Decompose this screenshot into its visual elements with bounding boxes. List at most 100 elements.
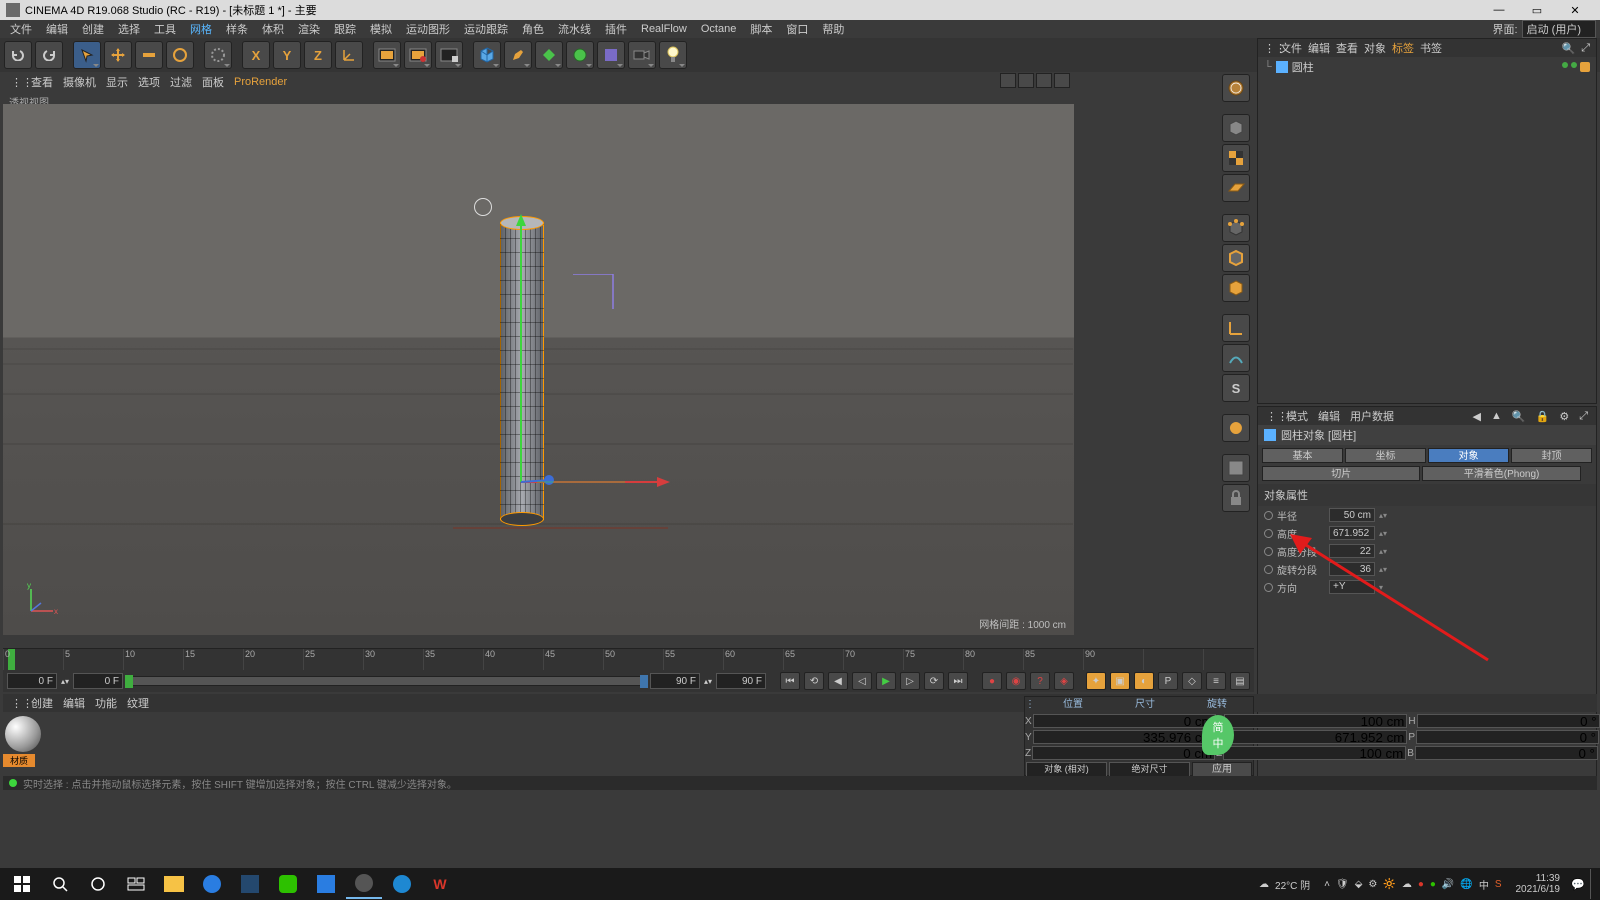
point-mode[interactable] — [1222, 214, 1250, 242]
texture-mode[interactable] — [1222, 144, 1250, 172]
spinner-icon[interactable]: ▴▾ — [1379, 511, 1386, 520]
objtab-objects[interactable]: 对象 — [1364, 40, 1386, 56]
objtab-bookmarks[interactable]: 书签 — [1420, 40, 1442, 56]
goto-start[interactable]: ⏮ — [780, 672, 800, 690]
pos-key[interactable]: ✦ — [1086, 672, 1106, 690]
search-icon[interactable]: 🔍 — [1561, 42, 1575, 55]
attrtab-coord[interactable]: 坐标 — [1345, 448, 1426, 463]
add-light[interactable] — [659, 41, 687, 69]
spinner-icon[interactable]: ▴▾ — [61, 677, 69, 686]
add-pen[interactable] — [504, 41, 532, 69]
mat-menu-edit[interactable]: 编辑 — [63, 695, 85, 711]
move-tool[interactable] — [104, 41, 132, 69]
objtab-view[interactable]: 查看 — [1336, 40, 1358, 56]
vp-nav-icon[interactable] — [1000, 73, 1016, 88]
minimize-button[interactable]: — — [1480, 0, 1518, 20]
z-axis-lock[interactable]: Z — [304, 41, 332, 69]
scale-tool[interactable] — [135, 41, 163, 69]
dopesheet[interactable]: ▤ — [1230, 672, 1250, 690]
pos-x[interactable] — [1033, 714, 1216, 728]
next-frame[interactable]: ⟳ — [924, 672, 944, 690]
hseg-input[interactable] — [1329, 544, 1375, 558]
tray-icon[interactable]: ⚙ — [1368, 879, 1377, 890]
objtab-tags[interactable]: 标签 — [1392, 40, 1414, 56]
vp-menu-view[interactable]: 查看 — [31, 74, 53, 90]
move-gizmo[interactable] — [495, 212, 675, 532]
attr-tab-edit[interactable]: 编辑 — [1318, 408, 1340, 424]
c4d-taskbar[interactable] — [346, 869, 382, 899]
prev-frame[interactable]: ◀ — [828, 672, 848, 690]
clock[interactable]: 11:392021/6/19 — [1510, 873, 1567, 895]
size-x[interactable] — [1224, 714, 1407, 728]
maximize-button[interactable]: ▭ — [1518, 0, 1556, 20]
menu-select[interactable]: 选择 — [112, 20, 146, 38]
workplane-mode[interactable] — [1222, 174, 1250, 202]
app-taskbar-1[interactable] — [194, 869, 230, 899]
nav-expand-icon[interactable]: ⤢ — [1579, 410, 1588, 423]
menu-edit[interactable]: 编辑 — [40, 20, 74, 38]
radius-input[interactable] — [1329, 508, 1375, 522]
tray-ime-icon[interactable]: 中 — [1479, 877, 1489, 892]
coord-mode1[interactable]: 对象 (相对) — [1026, 762, 1107, 777]
tray-icon[interactable]: ● — [1418, 879, 1424, 890]
panel-expand-icon[interactable]: ⤢ — [1581, 42, 1590, 55]
objtab-edit[interactable]: 编辑 — [1308, 40, 1330, 56]
pos-z[interactable] — [1032, 746, 1215, 760]
menu-track[interactable]: 跟踪 — [328, 20, 362, 38]
tweak-mode[interactable] — [1222, 344, 1250, 372]
material-name[interactable]: 材质 — [3, 754, 35, 767]
redo-button[interactable] — [35, 41, 63, 69]
range-end-a[interactable] — [650, 673, 700, 689]
notifications-button[interactable]: 💬 — [1568, 869, 1588, 899]
dropdown-arrow-icon[interactable]: ▾ — [1379, 583, 1386, 592]
coord-mode2[interactable]: 绝对尺寸 — [1109, 762, 1190, 777]
goto-end[interactable]: ⏭ — [948, 672, 968, 690]
vp-menu-panel[interactable]: 面板 — [202, 74, 224, 90]
record[interactable]: ● — [982, 672, 1002, 690]
add-generator[interactable] — [535, 41, 563, 69]
close-button[interactable]: ✕ — [1556, 0, 1594, 20]
render-settings[interactable] — [435, 41, 463, 69]
app-taskbar-2[interactable] — [232, 869, 268, 899]
height-input[interactable] — [1329, 526, 1375, 540]
timeline-opts[interactable]: ≡ — [1206, 672, 1226, 690]
tray-network-icon[interactable]: 🌐 — [1460, 879, 1472, 890]
vp-nav-icon[interactable] — [1018, 73, 1034, 88]
size-y[interactable] — [1224, 730, 1407, 744]
menu-plugin[interactable]: 插件 — [599, 20, 633, 38]
spinner-icon[interactable]: ▴▾ — [1379, 565, 1386, 574]
vp-nav-icon[interactable] — [1054, 73, 1070, 88]
wps-taskbar[interactable]: W — [422, 869, 458, 899]
pos-y[interactable] — [1033, 730, 1216, 744]
viewport[interactable]: 透视视图 — [3, 90, 1074, 635]
menu-script[interactable]: 脚本 — [744, 20, 778, 38]
mat-menu-create[interactable]: 创建 — [31, 695, 53, 711]
tray-icon[interactable]: S — [1495, 879, 1502, 890]
add-cube[interactable] — [473, 41, 501, 69]
rot-h[interactable] — [1417, 714, 1600, 728]
objtab-file[interactable]: 文件 — [1280, 40, 1302, 56]
add-camera[interactable] — [628, 41, 656, 69]
orientation-dropdown[interactable]: +Y — [1329, 580, 1375, 594]
menu-mograph[interactable]: 运动图形 — [400, 20, 456, 38]
key-options[interactable]: ? — [1030, 672, 1050, 690]
attrtab-phong[interactable]: 平滑着色(Phong) — [1422, 466, 1580, 481]
spinner-icon[interactable]: ▴▾ — [704, 677, 712, 686]
timeline[interactable]: 051015202530354045505560657075808590 — [3, 648, 1254, 670]
menu-render[interactable]: 渲染 — [292, 20, 326, 38]
rot-key[interactable]: ◐ — [1134, 672, 1154, 690]
rotate-tool[interactable] — [166, 41, 194, 69]
undo-button[interactable] — [4, 41, 32, 69]
wechat-taskbar[interactable] — [270, 869, 306, 899]
menu-mesh[interactable]: 网格 — [184, 20, 218, 38]
nav-pin-icon[interactable]: ⚙ — [1559, 410, 1569, 423]
next-key[interactable]: ▷ — [900, 672, 920, 690]
vp-menu-prorender[interactable]: ProRender — [234, 76, 287, 88]
attrtab-object[interactable]: 对象 — [1428, 448, 1509, 463]
tray-icon[interactable]: ● — [1430, 879, 1436, 890]
mat-menu-tex[interactable]: 纹理 — [127, 695, 149, 711]
menu-realflow[interactable]: RealFlow — [635, 22, 693, 36]
nav-back-icon[interactable]: ◀ — [1473, 410, 1481, 423]
material-slot[interactable]: 材质 — [3, 714, 63, 776]
task-view[interactable] — [118, 869, 154, 899]
